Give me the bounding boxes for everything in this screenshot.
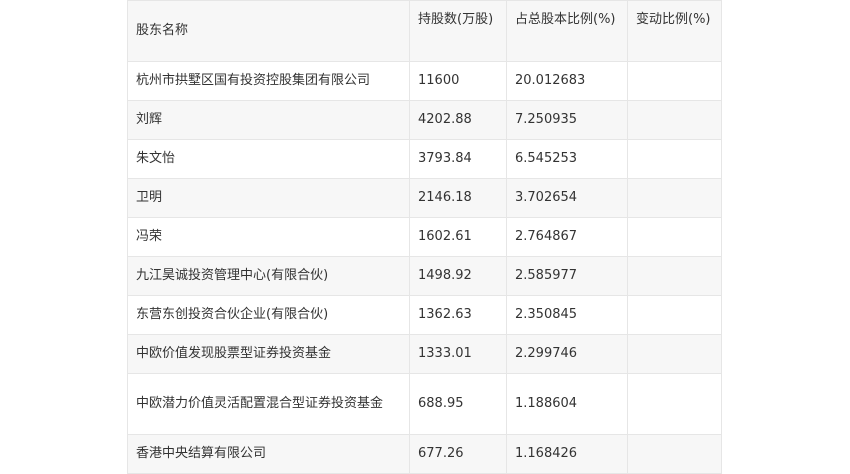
cell-change-ratio bbox=[627, 434, 722, 474]
cell-shares-held: 677.26 bbox=[409, 434, 507, 474]
cell-shares-held: 1362.63 bbox=[409, 295, 507, 335]
table-row: 卫明 2146.18 3.702654 bbox=[127, 178, 722, 218]
table-row: 九江昊诚投资管理中心(有限合伙) 1498.92 2.585977 bbox=[127, 256, 722, 296]
cell-share-ratio: 3.702654 bbox=[506, 178, 628, 218]
cell-shares-held: 1498.92 bbox=[409, 256, 507, 296]
cell-shareholder-name: 中欧价值发现股票型证券投资基金 bbox=[127, 334, 410, 374]
cell-shares-held: 4202.88 bbox=[409, 100, 507, 140]
cell-share-ratio: 2.585977 bbox=[506, 256, 628, 296]
cell-change-ratio bbox=[627, 256, 722, 296]
cell-change-ratio bbox=[627, 373, 722, 435]
table-row: 东营东创投资合伙企业(有限合伙) 1362.63 2.350845 bbox=[127, 295, 722, 335]
cell-shares-held: 3793.84 bbox=[409, 139, 507, 179]
cell-shareholder-name: 杭州市拱墅区国有投资控股集团有限公司 bbox=[127, 61, 410, 101]
cell-share-ratio: 7.250935 bbox=[506, 100, 628, 140]
cell-change-ratio bbox=[627, 139, 722, 179]
cell-shares-held: 2146.18 bbox=[409, 178, 507, 218]
cell-shareholder-name: 九江昊诚投资管理中心(有限合伙) bbox=[127, 256, 410, 296]
table-row: 中欧价值发现股票型证券投资基金 1333.01 2.299746 bbox=[127, 334, 722, 374]
cell-change-ratio bbox=[627, 100, 722, 140]
cell-shares-held: 11600 bbox=[409, 61, 507, 101]
cell-change-ratio bbox=[627, 61, 722, 101]
cell-change-ratio bbox=[627, 178, 722, 218]
table-row: 香港中央结算有限公司 677.26 1.168426 bbox=[127, 434, 722, 474]
cell-shares-held: 688.95 bbox=[409, 373, 507, 435]
cell-share-ratio: 1.188604 bbox=[506, 373, 628, 435]
cell-share-ratio: 2.764867 bbox=[506, 217, 628, 257]
cell-change-ratio bbox=[627, 217, 722, 257]
table-row: 刘辉 4202.88 7.250935 bbox=[127, 100, 722, 140]
table-row: 朱文怡 3793.84 6.545253 bbox=[127, 139, 722, 179]
cell-shareholder-name: 香港中央结算有限公司 bbox=[127, 434, 410, 474]
header-shareholder-name: 股东名称 bbox=[127, 0, 410, 62]
cell-shareholder-name: 朱文怡 bbox=[127, 139, 410, 179]
cell-share-ratio: 2.350845 bbox=[506, 295, 628, 335]
table-row: 中欧潜力价值灵活配置混合型证券投资基金 688.95 1.188604 bbox=[127, 373, 722, 435]
cell-share-ratio: 6.545253 bbox=[506, 139, 628, 179]
shareholder-table-container: 股东名称 持股数(万股) 占总股本比例(%) 变动比例(%) 杭州市拱墅区国有投… bbox=[127, 0, 722, 474]
cell-shares-held: 1602.61 bbox=[409, 217, 507, 257]
table-header-row: 股东名称 持股数(万股) 占总股本比例(%) 变动比例(%) bbox=[127, 0, 722, 62]
cell-shareholder-name: 刘辉 bbox=[127, 100, 410, 140]
cell-shareholder-name: 东营东创投资合伙企业(有限合伙) bbox=[127, 295, 410, 335]
table-row: 冯荣 1602.61 2.764867 bbox=[127, 217, 722, 257]
cell-share-ratio: 20.012683 bbox=[506, 61, 628, 101]
cell-shares-held: 1333.01 bbox=[409, 334, 507, 374]
cell-share-ratio: 1.168426 bbox=[506, 434, 628, 474]
cell-share-ratio: 2.299746 bbox=[506, 334, 628, 374]
header-share-ratio: 占总股本比例(%) bbox=[506, 0, 628, 62]
header-shares-held: 持股数(万股) bbox=[409, 0, 507, 62]
cell-change-ratio bbox=[627, 334, 722, 374]
cell-shareholder-name: 中欧潜力价值灵活配置混合型证券投资基金 bbox=[127, 373, 410, 435]
cell-shareholder-name: 卫明 bbox=[127, 178, 410, 218]
cell-shareholder-name: 冯荣 bbox=[127, 217, 410, 257]
shareholder-table: 股东名称 持股数(万股) 占总股本比例(%) 变动比例(%) 杭州市拱墅区国有投… bbox=[127, 0, 722, 474]
cell-change-ratio bbox=[627, 295, 722, 335]
table-row: 杭州市拱墅区国有投资控股集团有限公司 11600 20.012683 bbox=[127, 61, 722, 101]
header-change-ratio: 变动比例(%) bbox=[627, 0, 722, 62]
